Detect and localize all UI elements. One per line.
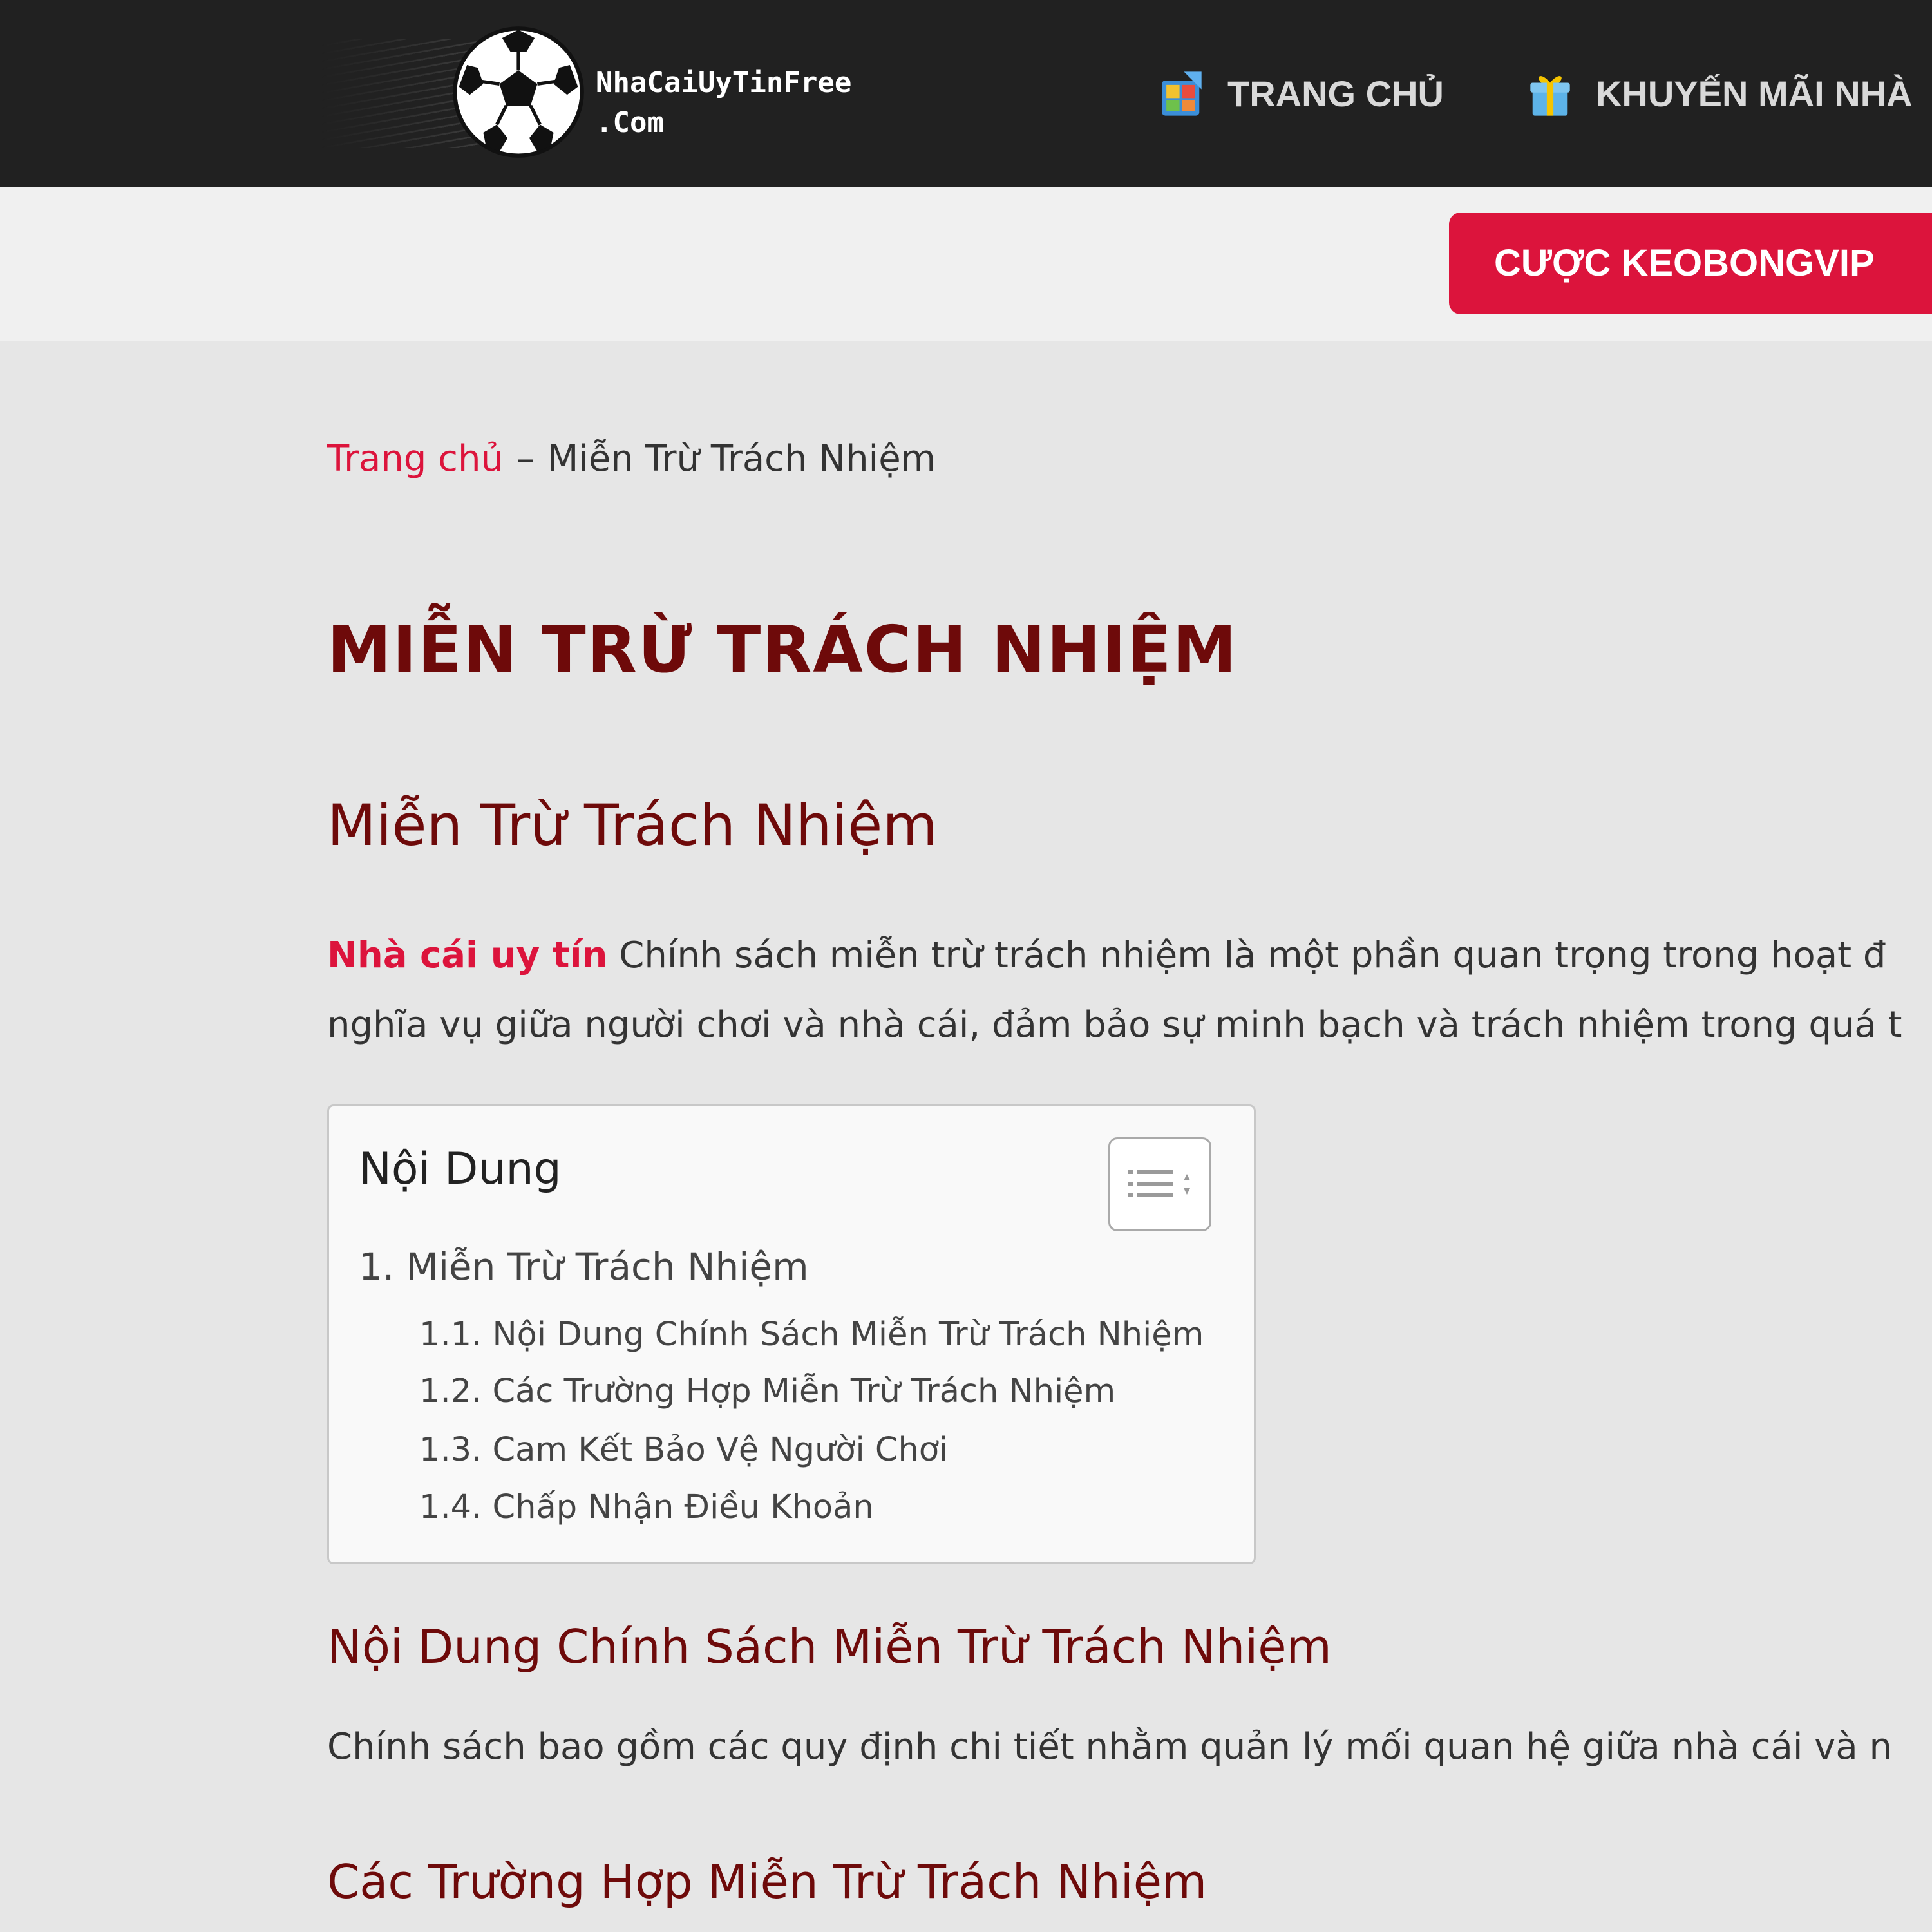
page-title: MIỄN TRỪ TRÁCH NHIỆM	[327, 612, 1238, 687]
section-paragraph-policy-content: Chính sách bao gồm các quy định chi tiết…	[327, 1726, 1892, 1768]
list-toggle-icon	[1128, 1170, 1190, 1197]
nav-item-home-label: TRANG CHỦ	[1227, 73, 1444, 114]
toc-item-1-2[interactable]: 1.2. Các Trường Hợp Miễn Trừ Trách Nhiệm	[419, 1372, 1115, 1410]
intro-paragraph: Nhà cái uy tín Chính sách miễn trừ trách…	[327, 921, 1902, 1060]
nav-item-home[interactable]: TRANG CHỦ	[1159, 70, 1444, 118]
sub-header-bar: CƯỢC KEOBONGVIP	[0, 187, 1932, 341]
breadcrumb-separator: –	[516, 438, 535, 480]
section-heading-exemption-cases: Các Trường Hợp Miễn Trừ Trách Nhiệm	[327, 1855, 1208, 1909]
toc-item-1-4[interactable]: 1.4. Chấp Nhận Điều Khoản	[419, 1488, 874, 1526]
toc-title: Nội Dung	[359, 1144, 562, 1195]
main-nav: TRANG CHỦ KHUYẾN MÃI NHÀ	[1159, 64, 1932, 122]
gift-icon	[1530, 75, 1570, 116]
intro-line-1: Chính sách miễn trừ trách nhiệm là một p…	[619, 934, 1886, 976]
table-of-contents: Nội Dung 1. Miễn Trừ Trách Nhiệm 1.1. Nộ…	[327, 1104, 1256, 1564]
section-heading-policy-content: Nội Dung Chính Sách Miễn Trừ Trách Nhiệm	[327, 1620, 1332, 1674]
cta-bet-button[interactable]: CƯỢC KEOBONGVIP	[1449, 213, 1932, 314]
nav-item-promotions-label: KHUYẾN MÃI NHÀ	[1595, 73, 1913, 114]
home-icon	[1162, 71, 1202, 116]
logo-line-1: NhaCaiUyTinFree	[596, 66, 852, 99]
toc-item-1-3[interactable]: 1.3. Cam Kết Bảo Vệ Người Chơi	[419, 1431, 948, 1469]
breadcrumb: Trang chủ – Miễn Trừ Trách Nhiệm	[327, 438, 936, 480]
section-heading: Miễn Trừ Trách Nhiệm	[327, 792, 938, 858]
site-header: NhaCaiUyTinFree .Com TRANG CHỦ KHUYẾN MÃ…	[0, 0, 1932, 187]
site-logo[interactable]: NhaCaiUyTinFree .Com	[322, 13, 889, 174]
toc-item-1-1[interactable]: 1.1. Nội Dung Chính Sách Miễn Trừ Trách …	[419, 1316, 1204, 1354]
intro-line-2: nghĩa vụ giữa người chơi và nhà cái, đảm…	[327, 1004, 1902, 1046]
breadcrumb-home-link[interactable]: Trang chủ	[327, 438, 504, 480]
intro-link[interactable]: Nhà cái uy tín	[327, 934, 607, 976]
toc-item-1[interactable]: 1. Miễn Trừ Trách Nhiệm	[359, 1245, 809, 1289]
logo-line-2: .Com	[596, 106, 664, 139]
breadcrumb-current: Miễn Trừ Trách Nhiệm	[547, 438, 936, 480]
logo-text: NhaCaiUyTinFree .Com	[596, 63, 851, 143]
soccer-ball-icon	[453, 26, 584, 158]
nav-item-promotions[interactable]: KHUYẾN MÃI NHÀ	[1528, 70, 1913, 118]
toc-toggle-button[interactable]	[1108, 1137, 1211, 1231]
